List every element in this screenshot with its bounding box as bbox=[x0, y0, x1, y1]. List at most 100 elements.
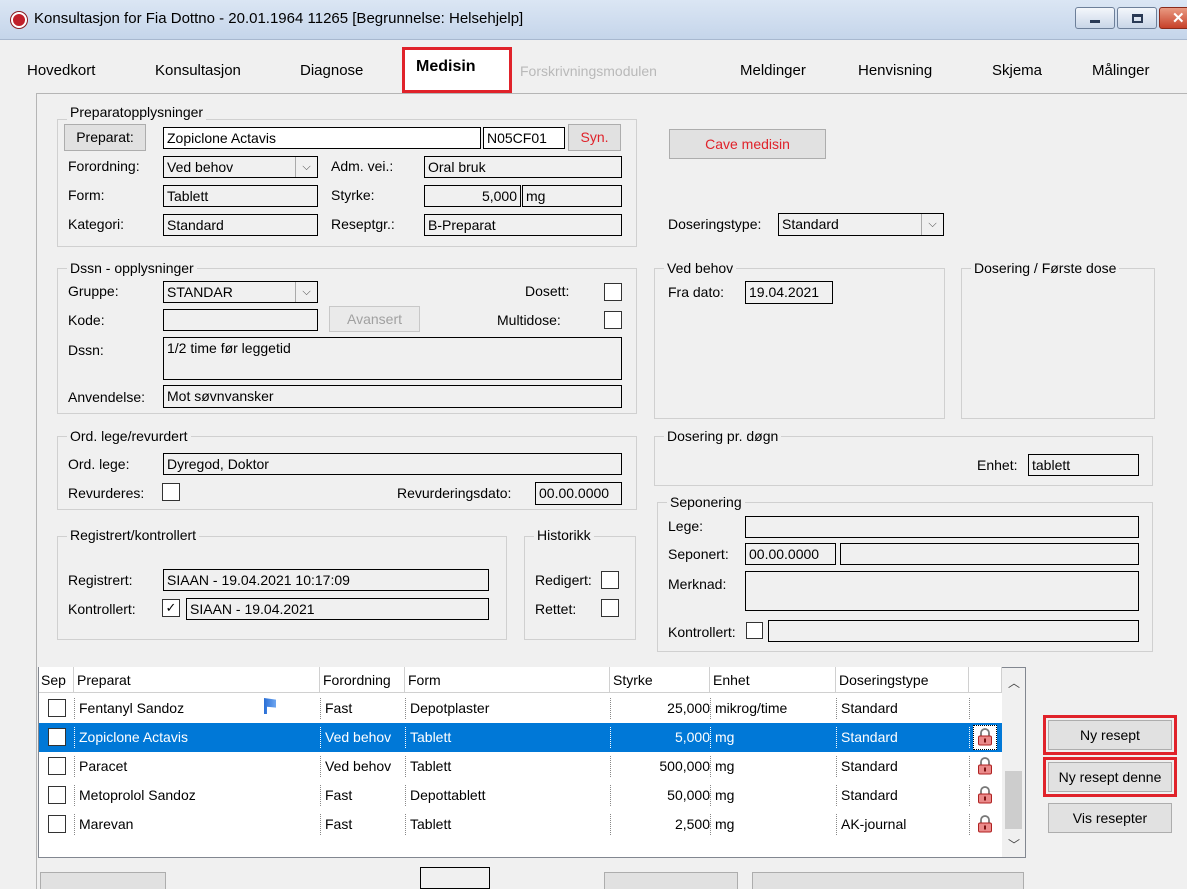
dosett-checkbox[interactable] bbox=[604, 283, 622, 301]
preparat-group-title: Preparatopplysninger bbox=[67, 104, 207, 120]
tab-diagnose[interactable]: Diagnose bbox=[300, 62, 363, 79]
atc-code-field[interactable]: N05CF01 bbox=[483, 127, 565, 149]
adm-vei-field[interactable]: Oral bruk bbox=[424, 156, 622, 178]
forordning-select[interactable]: Ved behov ⌵ bbox=[163, 156, 318, 178]
styrke-unit-field[interactable]: mg bbox=[522, 185, 622, 207]
bottom-button-2[interactable] bbox=[604, 872, 738, 889]
sep-checkbox[interactable] bbox=[48, 728, 66, 746]
column-separator bbox=[320, 698, 321, 719]
maximize-button[interactable] bbox=[1117, 7, 1157, 29]
syn-button[interactable]: Syn. bbox=[568, 124, 621, 151]
kode-field[interactable] bbox=[163, 309, 318, 331]
tab-meldinger[interactable]: Meldinger bbox=[740, 62, 806, 79]
lock-icon[interactable] bbox=[977, 728, 993, 746]
cave-medisin-button[interactable]: Cave medisin bbox=[669, 129, 826, 159]
merknad-field[interactable] bbox=[745, 571, 1139, 611]
col-header-preparat[interactable]: Preparat bbox=[74, 667, 320, 693]
reseptgr-field[interactable]: B-Preparat bbox=[424, 214, 622, 236]
lock-icon[interactable] bbox=[977, 786, 993, 804]
registrert-field: SIAAN - 19.04.2021 10:17:09 bbox=[163, 569, 489, 591]
dssn-field[interactable]: 1/2 time før leggetid bbox=[163, 337, 622, 380]
cell-doseringstype: Standard bbox=[841, 729, 898, 745]
multidose-checkbox[interactable] bbox=[604, 311, 622, 329]
sep-checkbox[interactable] bbox=[48, 786, 66, 804]
chevron-down-icon: ⌵ bbox=[295, 282, 317, 302]
preparat-button[interactable]: Preparat: bbox=[64, 124, 146, 151]
column-separator bbox=[74, 698, 75, 719]
tab-henvisning[interactable]: Henvisning bbox=[858, 62, 932, 79]
sep-checkbox[interactable] bbox=[48, 699, 66, 717]
table-row[interactable]: Marevan Fast Tablett 2,500 mg AK-journal bbox=[39, 810, 1002, 839]
tab-konsultasjon[interactable]: Konsultasjon bbox=[155, 62, 241, 79]
cell-preparat: Fentanyl Sandoz bbox=[79, 700, 185, 716]
ny-resept-denne-button[interactable]: Ny resept denne bbox=[1048, 762, 1172, 792]
ny-resept-button[interactable]: Ny resept bbox=[1048, 720, 1172, 750]
form-field[interactable]: Tablett bbox=[163, 185, 318, 207]
fra-dato-field[interactable]: 19.04.2021 bbox=[745, 281, 833, 304]
column-separator bbox=[710, 785, 711, 806]
kontrollert-field[interactable] bbox=[768, 620, 1139, 642]
kategori-field[interactable]: Standard bbox=[163, 214, 318, 236]
kontrollert-reg-field: SIAAN - 19.04.2021 bbox=[186, 598, 489, 620]
vis-resepter-button[interactable]: Vis resepter bbox=[1048, 803, 1172, 833]
seponert-date-field[interactable]: 00.00.0000 bbox=[745, 543, 836, 565]
table-row[interactable]: Zopiclone Actavis Ved behov Tablett 5,000 mg… bbox=[39, 723, 1002, 752]
col-header-enhet[interactable]: Enhet bbox=[710, 667, 836, 693]
lock-icon[interactable] bbox=[977, 757, 993, 775]
anvendelse-field[interactable]: Mot søvnvansker bbox=[163, 385, 622, 408]
scrollbar-thumb[interactable] bbox=[1005, 771, 1022, 829]
table-row[interactable]: Metoprolol Sandoz Fast Depottablett 50,000 m… bbox=[39, 781, 1002, 810]
col-header-lock[interactable] bbox=[969, 667, 1002, 693]
sep-checkbox[interactable] bbox=[48, 815, 66, 833]
seponert-reason-field[interactable] bbox=[840, 543, 1139, 565]
gruppe-select[interactable]: STANDAR ⌵ bbox=[163, 281, 318, 303]
kontrollert-checkbox[interactable] bbox=[746, 622, 763, 639]
rettet-checkbox[interactable] bbox=[601, 599, 619, 617]
kontrollert-reg-checkbox[interactable]: ✓ bbox=[162, 599, 180, 617]
maximize-icon bbox=[1132, 14, 1143, 23]
chevron-up-icon[interactable]: ︿ bbox=[1008, 674, 1020, 691]
column-separator bbox=[74, 756, 75, 777]
table-row[interactable]: Paracet Ved behov Tablett 500,000 mg Standard bbox=[39, 752, 1002, 781]
styrke-field[interactable]: 5,000 bbox=[424, 185, 521, 207]
form-label: Form: bbox=[68, 187, 105, 203]
cell-styrke: 25,000 bbox=[667, 700, 710, 716]
cell-enhet: mg bbox=[715, 787, 735, 803]
lege-field[interactable] bbox=[745, 516, 1139, 538]
preparat-field[interactable]: Zopiclone Actavis bbox=[163, 127, 481, 149]
close-button[interactable]: ✕ bbox=[1159, 7, 1187, 29]
redigert-checkbox[interactable] bbox=[601, 571, 619, 589]
bottom-button-1[interactable] bbox=[40, 872, 166, 889]
column-separator bbox=[74, 727, 75, 748]
chevron-down-icon[interactable]: ﹀ bbox=[1008, 836, 1020, 853]
ord-lege-field[interactable]: Dyregod, Doktor bbox=[163, 453, 622, 475]
bottom-button-3[interactable] bbox=[752, 872, 1024, 889]
column-separator bbox=[74, 814, 75, 835]
col-header-doseringstype[interactable]: Doseringstype bbox=[836, 667, 969, 693]
enhet-field[interactable]: tablett bbox=[1028, 454, 1139, 476]
revurderingsdato-field[interactable]: 00.00.0000 bbox=[535, 482, 622, 505]
cell-preparat: Metoprolol Sandoz bbox=[79, 787, 196, 803]
sep-checkbox[interactable] bbox=[48, 757, 66, 775]
col-header-forordning[interactable]: Forordning bbox=[320, 667, 405, 693]
gruppe-value: STANDAR bbox=[167, 284, 233, 300]
col-header-sep[interactable]: Sep bbox=[39, 667, 74, 693]
tab-malinger[interactable]: Målinger bbox=[1092, 62, 1150, 79]
tab-hovedkort[interactable]: Hovedkort bbox=[27, 62, 95, 79]
tab-skjema[interactable]: Skjema bbox=[992, 62, 1042, 79]
cell-form: Tablett bbox=[410, 758, 452, 774]
cell-doseringstype: Standard bbox=[841, 787, 898, 803]
kontrollert-label: Kontrollert: bbox=[668, 624, 736, 640]
minimize-button[interactable] bbox=[1075, 7, 1115, 29]
cell-styrke: 2,500 bbox=[674, 816, 710, 832]
table-row[interactable]: Fentanyl Sandoz Fast Depotplaster 25,000 mik… bbox=[39, 694, 1002, 723]
doseringstype-select[interactable]: Standard ⌵ bbox=[778, 213, 944, 236]
tab-forskrivningsmodulen: Forskrivningsmodulen bbox=[520, 63, 657, 79]
col-header-styrke[interactable]: Styrke bbox=[610, 667, 710, 693]
col-header-form[interactable]: Form bbox=[405, 667, 610, 693]
cell-enhet: mg bbox=[715, 816, 735, 832]
grid-scrollbar[interactable]: ︿ ﹀ bbox=[1002, 668, 1025, 857]
styrke-label: Styrke: bbox=[331, 187, 375, 203]
revurderes-checkbox[interactable] bbox=[162, 483, 180, 501]
lock-icon[interactable] bbox=[977, 815, 993, 833]
